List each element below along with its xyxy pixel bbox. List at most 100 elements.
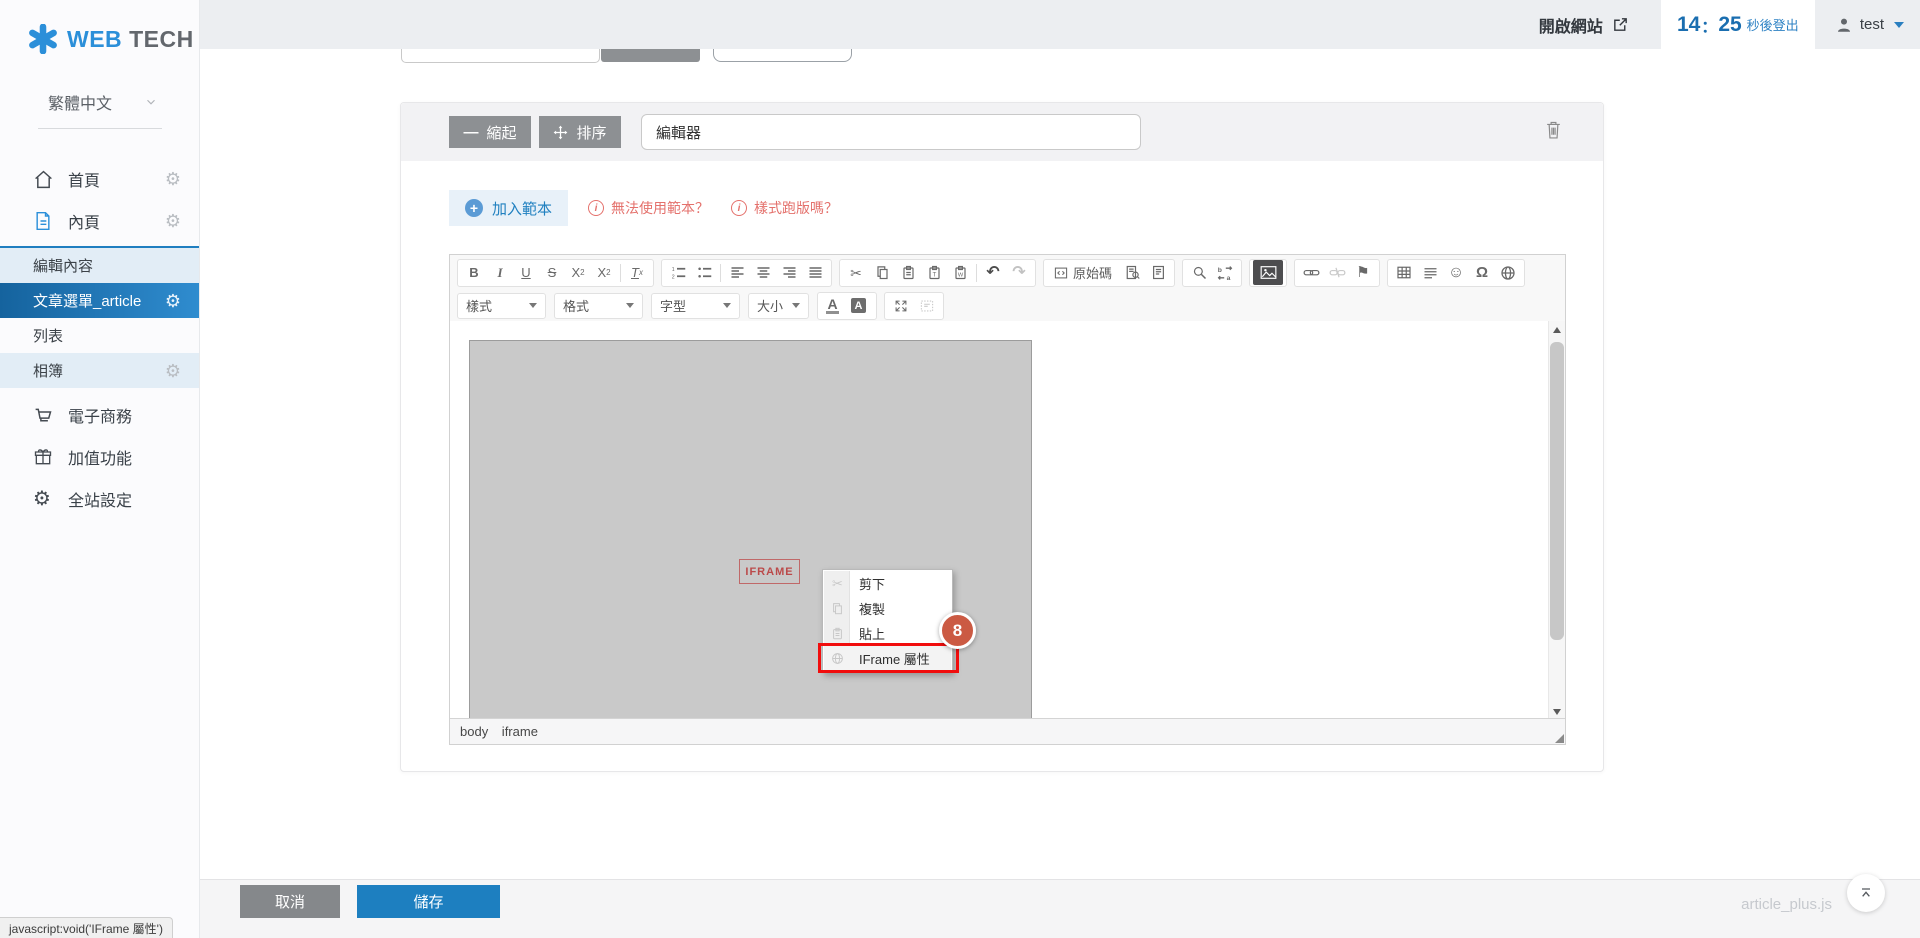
context-menu-item-copy[interactable]: 複製 <box>824 596 951 621</box>
anchor-flag-icon[interactable]: ⚑ <box>1350 261 1376 285</box>
script-name-label: article_plus.js <box>1741 896 1832 913</box>
special-char-icon[interactable]: Ω <box>1469 261 1495 285</box>
user-menu[interactable]: test <box>1815 16 1920 34</box>
sidebar-item-pages[interactable]: 內頁 ⚙ <box>0 200 199 242</box>
bold-icon[interactable]: B <box>461 261 487 285</box>
save-button[interactable]: 儲存 <box>357 885 500 918</box>
copy-icon[interactable] <box>869 261 895 285</box>
gear-icon[interactable]: ⚙ <box>165 212 181 230</box>
sidebar-item-label: 全站設定 <box>68 487 132 511</box>
submenu-item-album[interactable]: 相簿 ⚙ <box>0 353 199 388</box>
size-combo[interactable]: 大小 <box>748 293 809 319</box>
help-link-template[interactable]: i 無法使用範本？ <box>588 198 709 218</box>
elements-path[interactable]: body iframe <box>460 724 538 739</box>
submenu-item-edit-content[interactable]: 編輯內容 <box>0 248 199 283</box>
strikethrough-icon[interactable]: S <box>539 261 565 285</box>
sidebar-item-label: 電子商務 <box>68 403 132 427</box>
context-menu-label: 貼上 <box>851 624 885 643</box>
editor-scrollbar[interactable] <box>1548 321 1565 720</box>
templates-icon[interactable] <box>1145 261 1171 285</box>
smiley-icon[interactable]: ☺ <box>1443 261 1469 285</box>
gear-icon[interactable]: ⚙ <box>165 362 181 380</box>
subscript-icon[interactable]: X2 <box>565 261 591 285</box>
align-left-icon[interactable] <box>724 261 750 285</box>
sidebar-item-site-settings[interactable]: ⚙ 全站設定 <box>0 478 199 520</box>
sort-button[interactable]: 排序 <box>539 116 621 148</box>
bg-color-icon[interactable]: A <box>847 294 873 318</box>
align-center-icon[interactable] <box>750 261 776 285</box>
link-icon[interactable] <box>1298 261 1324 285</box>
timer-suffix: 秒後登出 <box>1747 15 1799 34</box>
sort-label: 排序 <box>576 122 606 143</box>
maximize-icon[interactable] <box>888 294 914 318</box>
font-combo[interactable]: 字型 <box>651 293 740 319</box>
collapse-button[interactable]: — 縮起 <box>449 116 531 148</box>
help-link-style[interactable]: i 樣式跑版嗎？ <box>731 198 838 218</box>
sidebar: WEB TECH 繁體中文 首頁 ⚙ 內頁 ⚙ 編輯內容 文章選單_articl… <box>0 0 200 938</box>
info-icon: i <box>731 200 747 216</box>
app-logo[interactable]: WEB TECH <box>28 24 194 54</box>
submenu-item-article-menu[interactable]: 文章選單_article ⚙ <box>0 283 199 318</box>
editor-toolbar-row1: B I U S X2 X2 Tx 12 ✂ <box>450 255 1565 288</box>
italic-icon[interactable]: I <box>487 261 513 285</box>
remove-format-icon[interactable]: Tx <box>624 261 650 285</box>
cancel-button[interactable]: 取消 <box>240 885 340 918</box>
editor-content-area[interactable]: IFRAME ✂ 剪下 複製 貼上 IFram <box>450 321 1565 720</box>
style-combo[interactable]: 樣式 <box>457 293 546 319</box>
gear-icon[interactable]: ⚙ <box>165 170 181 188</box>
ordered-list-icon[interactable]: 12 <box>665 261 691 285</box>
table-icon[interactable] <box>1391 261 1417 285</box>
superscript-icon[interactable]: X2 <box>591 261 617 285</box>
image-icon[interactable] <box>1253 260 1283 285</box>
open-site-link[interactable]: 開啟網站 <box>1539 13 1629 37</box>
scroll-to-top-button[interactable] <box>1847 874 1885 912</box>
sidebar-item-ecommerce[interactable]: 電子商務 <box>0 394 199 436</box>
scrollbar-up-arrow[interactable] <box>1549 321 1565 338</box>
footer-bar: 取消 儲存 article_plus.js <box>200 879 1920 938</box>
submenu-item-list[interactable]: 列表 <box>0 318 199 353</box>
find-icon[interactable] <box>1186 261 1212 285</box>
align-right-icon[interactable] <box>776 261 802 285</box>
template-row: + 加入範本 i 無法使用範本？ i 樣式跑版嗎？ <box>449 190 838 226</box>
caret-down-icon <box>1894 22 1904 28</box>
preview-icon[interactable] <box>1119 261 1145 285</box>
svg-text:2: 2 <box>671 275 674 281</box>
language-label: 繁體中文 <box>48 90 112 114</box>
sidebar-item-home[interactable]: 首頁 ⚙ <box>0 158 199 200</box>
scrollbar-thumb[interactable] <box>1550 342 1564 640</box>
show-blocks-icon[interactable] <box>914 294 940 318</box>
paste-text-icon[interactable]: T <box>921 261 947 285</box>
trash-icon[interactable] <box>1544 119 1563 141</box>
pages-submenu: 編輯內容 文章選單_article ⚙ 列表 相簿 ⚙ <box>0 246 199 388</box>
align-justify-icon[interactable] <box>802 261 828 285</box>
cut-icon[interactable]: ✂ <box>843 261 869 285</box>
editor-resize-handle[interactable] <box>1555 734 1564 743</box>
replace-icon[interactable]: ba <box>1212 261 1238 285</box>
gear-icon: ⚙ <box>33 489 55 509</box>
source-icon <box>1054 266 1068 280</box>
undo-icon[interactable]: ↶ <box>980 261 1006 285</box>
iframe-chip[interactable]: IFRAME <box>739 559 800 584</box>
redo-icon[interactable]: ↷ <box>1006 261 1032 285</box>
add-template-button[interactable]: + 加入範本 <box>449 190 568 226</box>
open-site-label: 開啟網站 <box>1539 13 1603 37</box>
text-color-icon[interactable]: A <box>821 294 847 318</box>
svg-text:b: b <box>1218 267 1222 274</box>
context-menu-item-cut[interactable]: ✂ 剪下 <box>824 571 951 596</box>
paste-word-icon[interactable]: W <box>947 261 973 285</box>
source-button[interactable]: 原始碼 <box>1047 261 1119 285</box>
topbar: 開啟網站 14 ： 25 秒後登出 test <box>200 0 1920 49</box>
language-selector[interactable]: 繁體中文 <box>38 90 162 129</box>
gear-icon[interactable]: ⚙ <box>165 292 181 310</box>
sidebar-item-addons[interactable]: 加值功能 <box>0 436 199 478</box>
module-title-input[interactable] <box>641 114 1141 150</box>
horizontal-rule-icon[interactable] <box>1417 261 1443 285</box>
paste-icon[interactable] <box>895 261 921 285</box>
unlink-icon[interactable] <box>1324 261 1350 285</box>
unordered-list-icon[interactable] <box>691 261 717 285</box>
format-combo[interactable]: 格式 <box>554 293 643 319</box>
paste-icon <box>824 627 851 640</box>
underline-icon[interactable]: U <box>513 261 539 285</box>
browser-status-tooltip: javascript:void('IFrame 屬性') <box>0 917 173 938</box>
iframe-globe-icon[interactable] <box>1495 261 1521 285</box>
